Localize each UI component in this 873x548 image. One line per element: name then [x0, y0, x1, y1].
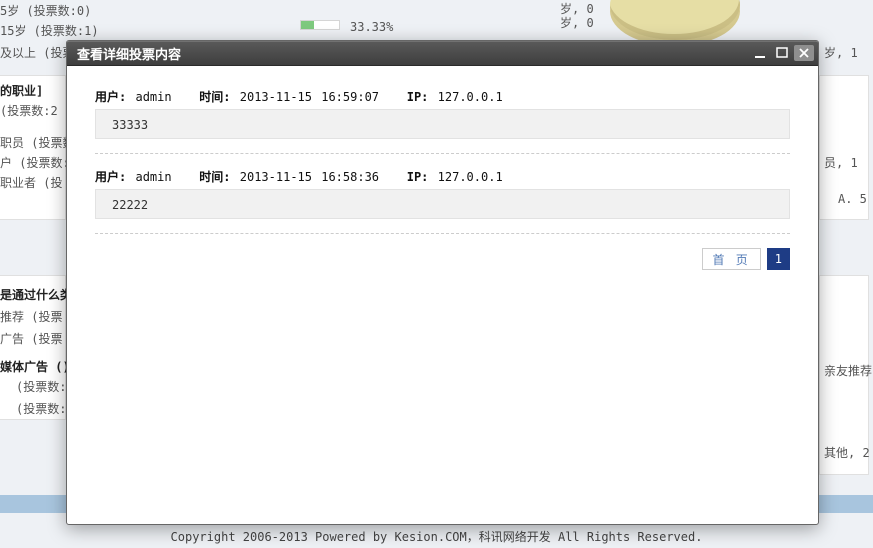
pager-current-page[interactable]: 1	[767, 248, 790, 270]
dialog-title: 查看详细投票内容	[77, 44, 748, 63]
vote-detail-dialog: 查看详细投票内容 用户: admin 时间: 2013-11-15 16:59:…	[66, 40, 819, 525]
user-label: 用户:	[95, 170, 126, 184]
ip-label: IP:	[407, 170, 429, 184]
separator	[95, 153, 790, 154]
pager: 首 页 1	[95, 248, 790, 270]
entry-meta: 用户: admin 时间: 2013-11-15 16:59:07 IP: 12…	[95, 88, 790, 105]
user-value: admin	[135, 170, 171, 184]
minimize-button[interactable]	[750, 45, 770, 61]
ip-value: 127.0.0.1	[438, 170, 503, 184]
dialog-titlebar[interactable]: 查看详细投票内容	[67, 41, 818, 66]
close-button[interactable]	[794, 45, 814, 61]
user-label: 用户:	[95, 90, 126, 104]
time-value: 2013-11-15 16:58:36	[240, 170, 379, 184]
time-label: 时间:	[199, 170, 230, 184]
vote-entry: 用户: admin 时间: 2013-11-15 16:58:36 IP: 12…	[95, 168, 790, 219]
entry-content: 22222	[95, 189, 790, 219]
pager-home-link[interactable]: 首 页	[702, 248, 761, 270]
vote-entry: 用户: admin 时间: 2013-11-15 16:59:07 IP: 12…	[95, 88, 790, 139]
entry-meta: 用户: admin 时间: 2013-11-15 16:58:36 IP: 12…	[95, 168, 790, 185]
user-value: admin	[135, 90, 171, 104]
time-label: 时间:	[199, 90, 230, 104]
ip-label: IP:	[407, 90, 429, 104]
separator	[95, 233, 790, 234]
entry-content: 33333	[95, 109, 790, 139]
ip-value: 127.0.0.1	[438, 90, 503, 104]
maximize-button[interactable]	[772, 45, 792, 61]
dialog-body: 用户: admin 时间: 2013-11-15 16:59:07 IP: 12…	[67, 66, 818, 524]
time-value: 2013-11-15 16:59:07	[240, 90, 379, 104]
